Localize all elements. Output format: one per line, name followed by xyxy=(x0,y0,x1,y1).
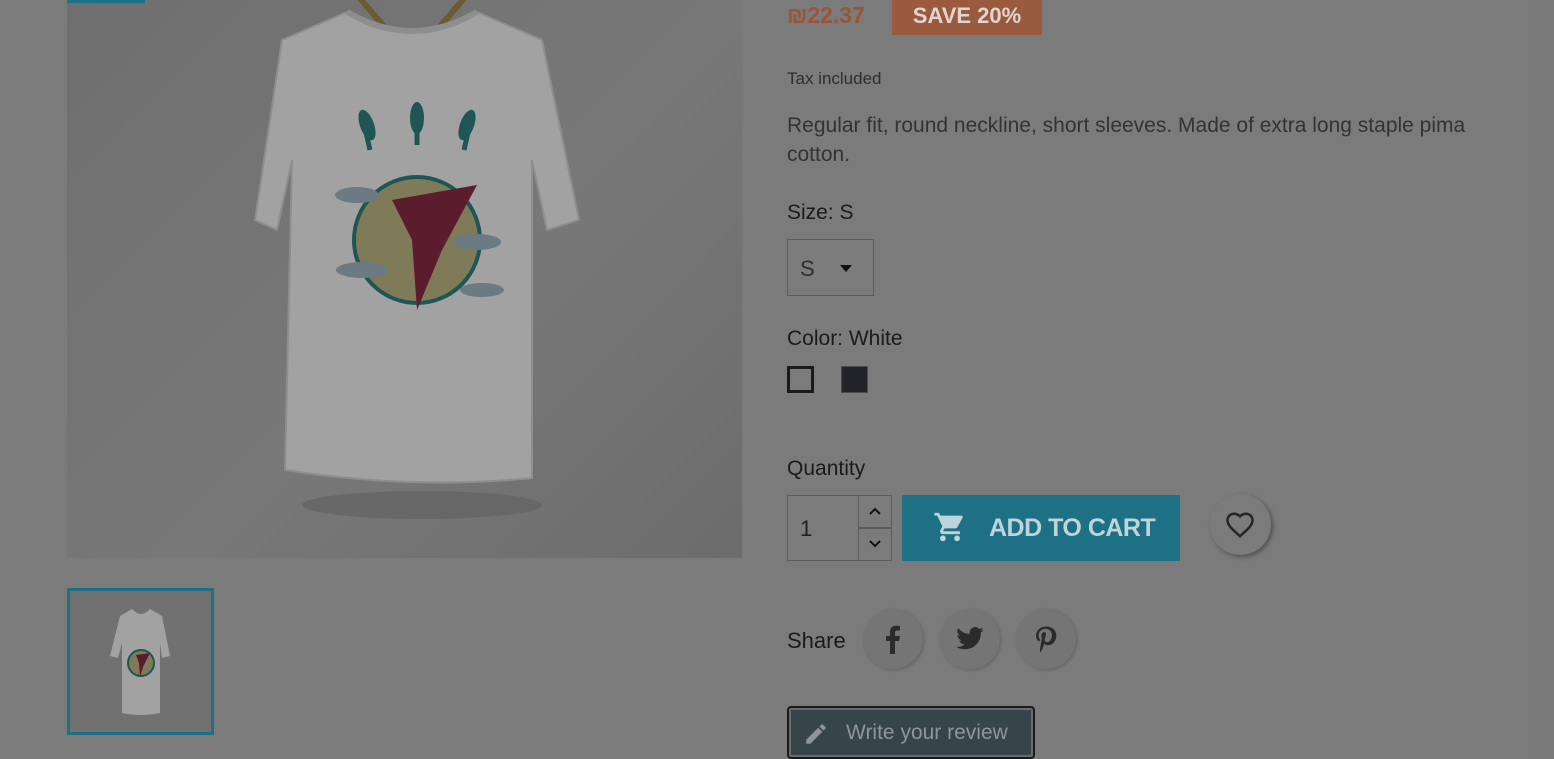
write-review-label: Write your review xyxy=(846,721,1008,744)
tshirt-thumbnail-image xyxy=(110,609,170,715)
quantity-increment-button[interactable] xyxy=(858,495,892,528)
share-label: Share xyxy=(787,628,846,653)
chevron-up-icon xyxy=(869,507,881,515)
chevron-down-icon xyxy=(869,540,881,548)
size-label: Size: S xyxy=(787,201,854,224)
wishlist-button[interactable] xyxy=(1210,494,1271,555)
pencil-icon xyxy=(806,724,826,744)
color-label: Color: White xyxy=(787,327,903,350)
size-select-value: S xyxy=(800,256,815,281)
quantity-value: 1 xyxy=(800,516,813,541)
quantity-decrement-button[interactable] xyxy=(858,528,892,561)
tshirt-image xyxy=(253,0,581,519)
add-to-cart-button[interactable]: ADD TO CART xyxy=(902,495,1180,561)
tax-note: Tax included xyxy=(787,69,882,88)
pinterest-icon xyxy=(1036,626,1057,653)
product-thumbnail[interactable] xyxy=(67,588,214,735)
scrollbar[interactable] xyxy=(1528,0,1554,759)
write-review-button[interactable]: Write your review xyxy=(787,706,1035,759)
heart-icon xyxy=(1226,512,1254,538)
caret-down-icon xyxy=(840,265,852,272)
product-description: Regular fit, round neckline, short sleev… xyxy=(787,114,1466,166)
facebook-icon xyxy=(886,625,900,654)
color-swatch-white[interactable] xyxy=(787,366,814,393)
product-main-image[interactable] xyxy=(67,0,742,558)
twitter-icon xyxy=(956,627,984,650)
color-swatch-black[interactable] xyxy=(841,366,868,393)
share-pinterest-button[interactable] xyxy=(1016,609,1076,669)
quantity-label: Quantity xyxy=(787,457,866,480)
quantity-input[interactable]: 1 xyxy=(787,495,859,561)
cart-icon xyxy=(934,512,963,542)
share-twitter-button[interactable] xyxy=(940,609,1000,669)
product-page: ₪22.37 SAVE 20% Tax included Regular fit… xyxy=(0,0,1528,759)
add-to-cart-label: ADD TO CART xyxy=(989,514,1156,542)
share-facebook-button[interactable] xyxy=(863,609,923,669)
product-price: ₪22.37 xyxy=(787,2,865,28)
image-selected-marker xyxy=(67,0,145,3)
size-select[interactable]: S xyxy=(787,239,874,296)
discount-badge: SAVE 20% xyxy=(892,0,1042,35)
